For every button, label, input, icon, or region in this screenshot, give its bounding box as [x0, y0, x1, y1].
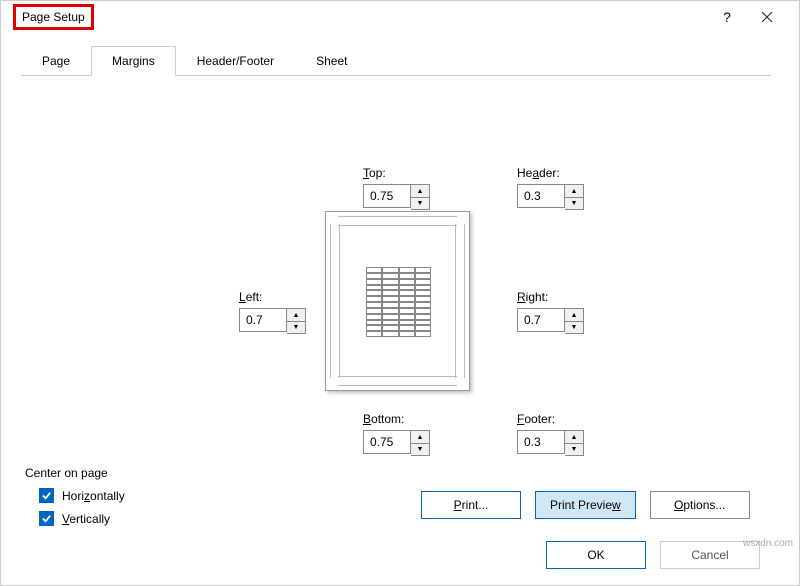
check-icon — [41, 513, 52, 524]
center-on-page-section: Center on page Horizontally Vertically — [25, 466, 125, 526]
header-input[interactable] — [517, 184, 565, 208]
page-preview — [325, 211, 470, 391]
right-label: Right: — [517, 290, 548, 304]
button-row-2: OK Cancel — [546, 541, 760, 569]
footer-input[interactable] — [517, 430, 565, 454]
ok-button[interactable]: OK — [546, 541, 646, 569]
close-button[interactable] — [747, 1, 787, 33]
tab-header-footer[interactable]: Header/Footer — [176, 46, 295, 76]
options-button[interactable]: Options... — [650, 491, 750, 519]
top-label: Top: — [363, 166, 386, 180]
vertically-checkbox[interactable] — [39, 511, 54, 526]
tab-content: Top: ▲▼ Header: ▲▼ Left: ▲▼ Right: ▲▼ Bo… — [1, 76, 799, 546]
left-label: Left: — [239, 290, 262, 304]
top-spinner[interactable]: ▲▼ — [363, 184, 430, 210]
check-icon — [41, 490, 52, 501]
right-spin-down[interactable]: ▼ — [565, 321, 583, 333]
vertically-label: Vertically — [62, 512, 110, 526]
footer-spinner[interactable]: ▲▼ — [517, 430, 584, 456]
left-spin-down[interactable]: ▼ — [287, 321, 305, 333]
button-row-1: Print... Print Preview Options... — [421, 491, 750, 519]
print-button[interactable]: Print... — [421, 491, 521, 519]
footer-spin-up[interactable]: ▲ — [565, 431, 583, 443]
preview-grid — [366, 267, 431, 337]
footer-label: Footer: — [517, 412, 555, 426]
bottom-spin-down[interactable]: ▼ — [411, 443, 429, 455]
tab-margins[interactable]: Margins — [91, 46, 176, 76]
help-button[interactable]: ? — [707, 1, 747, 33]
horizontally-checkbox[interactable] — [39, 488, 54, 503]
header-spin-down[interactable]: ▼ — [565, 197, 583, 209]
header-spinner[interactable]: ▲▼ — [517, 184, 584, 210]
left-spinner[interactable]: ▲▼ — [239, 308, 306, 334]
page-setup-dialog: Page Setup ? Page Margins Header/Footer … — [0, 0, 800, 586]
bottom-spinner[interactable]: ▲▼ — [363, 430, 430, 456]
horizontally-label: Horizontally — [62, 489, 125, 503]
dialog-title: Page Setup — [13, 4, 94, 30]
titlebar: Page Setup ? — [1, 1, 799, 33]
print-preview-button[interactable]: Print Preview — [535, 491, 636, 519]
vertically-row[interactable]: Vertically — [25, 511, 125, 526]
tab-page[interactable]: Page — [21, 46, 91, 76]
right-spinner[interactable]: ▲▼ — [517, 308, 584, 334]
bottom-spin-up[interactable]: ▲ — [411, 431, 429, 443]
tab-bar: Page Margins Header/Footer Sheet — [21, 45, 771, 76]
center-on-page-label: Center on page — [25, 466, 125, 480]
header-label: Header: — [517, 166, 560, 180]
footer-spin-down[interactable]: ▼ — [565, 443, 583, 455]
right-input[interactable] — [517, 308, 565, 332]
horizontally-row[interactable]: Horizontally — [25, 488, 125, 503]
bottom-input[interactable] — [363, 430, 411, 454]
left-spin-up[interactable]: ▲ — [287, 309, 305, 321]
right-spin-up[interactable]: ▲ — [565, 309, 583, 321]
top-input[interactable] — [363, 184, 411, 208]
top-spin-up[interactable]: ▲ — [411, 185, 429, 197]
watermark: wsxdn.com — [743, 538, 793, 549]
top-spin-down[interactable]: ▼ — [411, 197, 429, 209]
header-spin-up[interactable]: ▲ — [565, 185, 583, 197]
close-icon — [761, 11, 773, 23]
tab-sheet[interactable]: Sheet — [295, 46, 368, 76]
bottom-label: Bottom: — [363, 412, 404, 426]
left-input[interactable] — [239, 308, 287, 332]
